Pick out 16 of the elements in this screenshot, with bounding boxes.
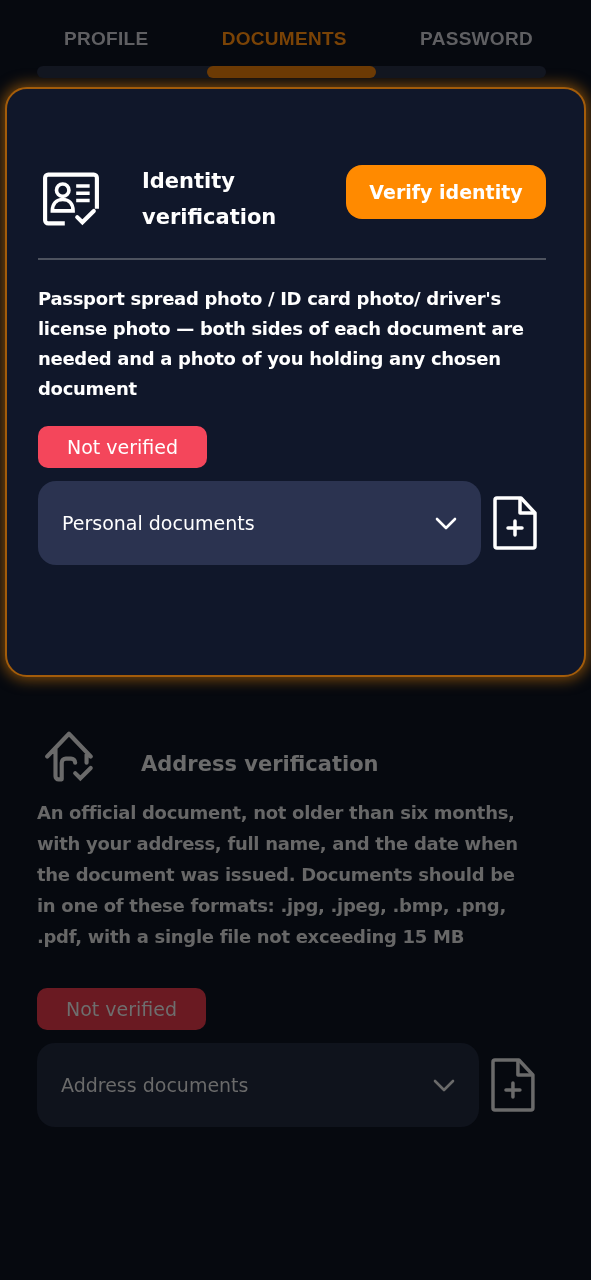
document-dropdown[interactable]: Personal documents	[38, 481, 481, 565]
id-card-icon	[42, 171, 100, 227]
description: An official document, not older than six months, with your address, full name, and the date when the document was issued. Documents should be in one of these formats: .jpg, .jpeg, .bmp, .png, .pdf, with a single file not exceeding 15 MB	[37, 801, 519, 949]
status-badge: Not verified	[38, 426, 207, 468]
tab[interactable]: DOCUMENTS	[221, 28, 347, 50]
section-title: Address verification	[141, 751, 379, 778]
verify-button[interactable]: Verify identity	[346, 165, 546, 219]
tab[interactable]: PROFILE	[64, 28, 149, 50]
tab[interactable]: PASSWORD	[420, 28, 533, 50]
document-dropdown[interactable]: Address documents	[37, 1043, 480, 1127]
description: Passport spread photo / ID card photo/ driver's license photo — both sides of each document are needed and a photo of you holding any chosen document	[38, 287, 525, 401]
status-badge: Not verified	[37, 988, 206, 1030]
chevron-down-icon	[433, 1078, 456, 1092]
file-add-icon[interactable]	[491, 496, 539, 550]
section-title: Identity verification	[142, 168, 278, 231]
chevron-down-icon	[435, 516, 457, 530]
